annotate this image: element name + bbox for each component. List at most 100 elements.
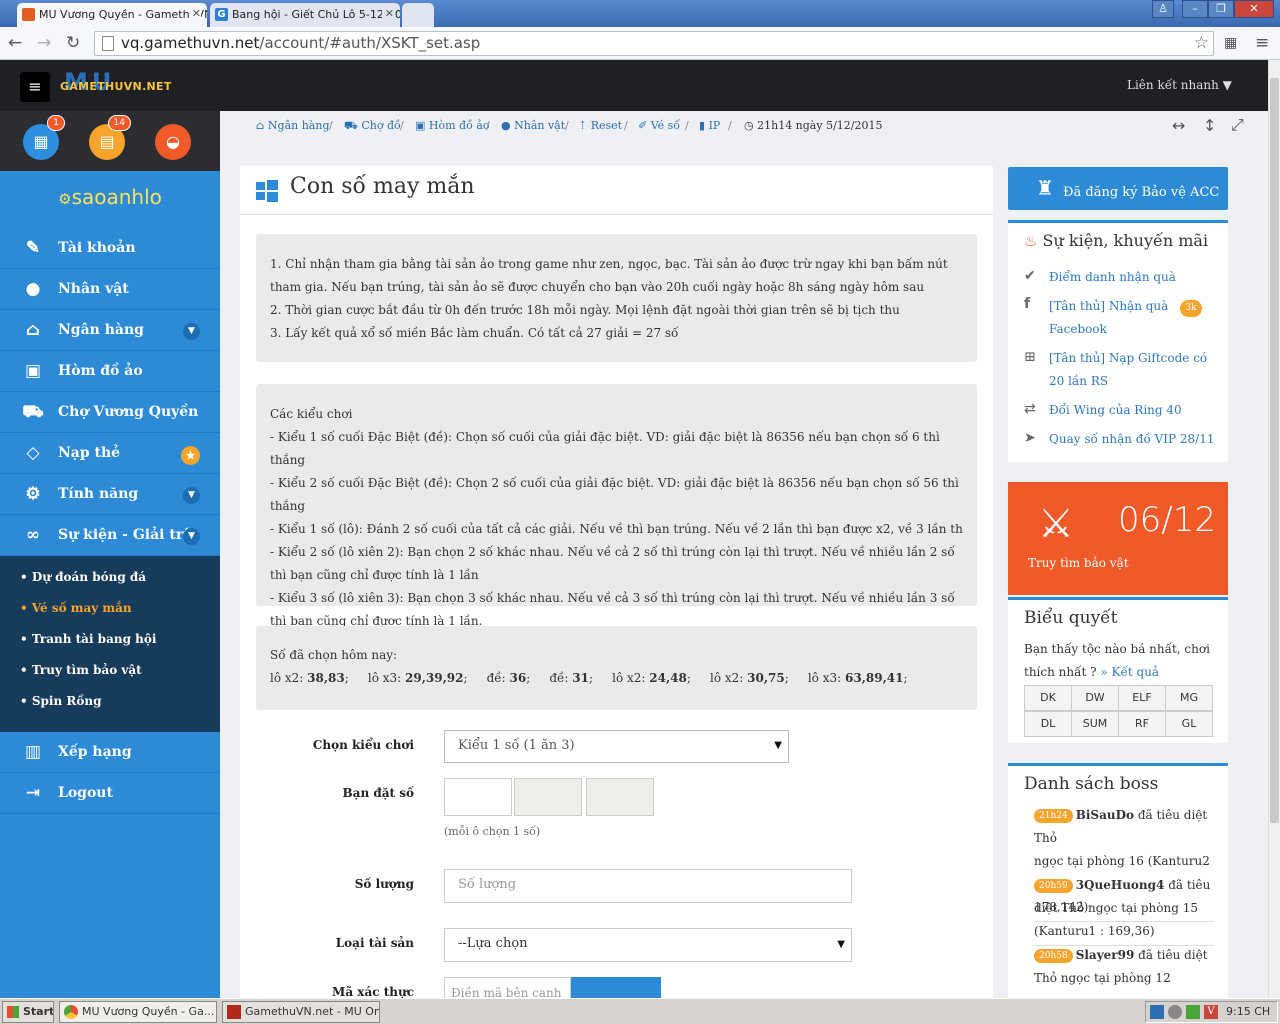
submenu-item-football[interactable]: • Dự đoán bóng đá bbox=[20, 570, 146, 584]
event-link-facebook[interactable]: [Tân thủ] Nhận quà Facebook bbox=[1049, 295, 1168, 341]
menu-icon[interactable]: ≡ bbox=[1255, 33, 1269, 53]
network-icon[interactable] bbox=[1150, 1005, 1164, 1019]
hamburger-menu-icon[interactable]: ≡ bbox=[20, 72, 50, 102]
sidebar-item-features[interactable]: ⚙ Tính năng ▼ bbox=[0, 474, 220, 515]
crumb-ip[interactable]: ▮ IP bbox=[699, 119, 720, 132]
start-label: Start bbox=[23, 1005, 54, 1018]
quick-links-dropdown[interactable]: Liên kết nhanh ▼ bbox=[1127, 78, 1232, 92]
sidebar-item-ranking[interactable]: ▥ Xếp hạng bbox=[0, 732, 220, 773]
register-protection-button[interactable]: ♜ Đã đăng ký Bảo vệ ACC bbox=[1008, 167, 1228, 210]
today-heading: Số đã chọn hôm nay: bbox=[270, 648, 398, 662]
messages-badge: 14 bbox=[107, 115, 131, 131]
scrollbar-thumb[interactable] bbox=[1270, 78, 1279, 823]
url-input[interactable]: vq.gamethuvn.net/account/#auth/XSKT_set.… bbox=[94, 31, 1214, 56]
number-input-3[interactable] bbox=[586, 778, 654, 816]
submenu-item-treasure-hunt[interactable]: • Truy tìm bảo vật bbox=[20, 663, 142, 677]
vote-option-dw[interactable]: DW bbox=[1071, 685, 1119, 711]
sidebar-item-events[interactable]: ∞ Sự kiện - Giải trí ▼ bbox=[0, 515, 220, 556]
expand-horizontal-icon[interactable]: ↔ bbox=[1172, 116, 1185, 135]
bookmark-star-icon[interactable]: ☆ bbox=[1194, 32, 1209, 55]
expand-vertical-icon[interactable]: ↕ bbox=[1203, 116, 1216, 135]
sidebar-item-virtual-chest[interactable]: ▣ Hòm đồ ảo bbox=[0, 351, 220, 392]
chat-button[interactable]: ◒ bbox=[155, 124, 191, 160]
crumb-market[interactable]: ⛟ Chợ đồ bbox=[344, 119, 401, 134]
tray-app-icon[interactable] bbox=[1186, 1005, 1200, 1019]
vote-option-mg[interactable]: MG bbox=[1165, 685, 1213, 711]
edit-icon: ✎ bbox=[25, 238, 41, 258]
submenu-item-dragon-spin[interactable]: • Spin Rồng bbox=[20, 694, 101, 708]
chevron-down-icon: ▼ bbox=[183, 323, 200, 340]
user-icon[interactable]: ♙ bbox=[1152, 0, 1174, 18]
taskbar-button-label: MU Vương Quyền - Ga... bbox=[82, 1005, 215, 1018]
speaker-icon[interactable] bbox=[1168, 1005, 1182, 1019]
minimize-button[interactable]: – bbox=[1182, 0, 1208, 18]
restore-button[interactable]: ❐ bbox=[1208, 0, 1234, 18]
vote-result-link[interactable]: » Kết quả bbox=[1100, 665, 1159, 679]
sidebar-item-label: Hòm đồ ảo bbox=[58, 363, 143, 379]
vote-option-elf[interactable]: ELF bbox=[1118, 685, 1166, 711]
sidebar-item-market[interactable]: ⛟ Chợ Vương Quyền bbox=[0, 392, 220, 433]
briefcase-icon: ▣ bbox=[415, 119, 426, 132]
event-link-giftcode[interactable]: [Tân thủ] Nạp Giftcode có 20 lần RS bbox=[1049, 347, 1207, 393]
browser-tab-active[interactable]: MU Vương Quyền - GamethuVN ✕ bbox=[17, 3, 207, 27]
play-type-select[interactable]: Kiểu 1 số (1 ăn 3) ▼ bbox=[444, 730, 789, 763]
crumb-chest[interactable]: ▣ Hòm đồ ảo bbox=[415, 119, 490, 132]
event-link-wing[interactable]: Đổi Wing của Ring 40 bbox=[1049, 399, 1182, 422]
number-input-1[interactable] bbox=[444, 778, 512, 816]
crumb-lottery[interactable]: ✐ Vé số bbox=[638, 119, 680, 132]
submenu-item-lottery[interactable]: • Vé số may mắn bbox=[20, 601, 132, 615]
pick-value: 38,83 bbox=[307, 671, 345, 685]
server-clock: ◷ 21h14 ngày 5/12/2015 bbox=[744, 119, 882, 132]
crumb-separator: / bbox=[624, 119, 628, 132]
vote-option-gl[interactable]: GL bbox=[1165, 711, 1213, 737]
calendar-button[interactable]: ▦ 1 bbox=[23, 115, 65, 160]
taskbar-button-game[interactable]: GamethuVN.net - MU Onl... bbox=[222, 1001, 380, 1023]
antivirus-icon[interactable]: V bbox=[1204, 1005, 1218, 1019]
sidebar-item-label: Logout bbox=[58, 785, 113, 801]
username[interactable]: ⚙saoanhlo bbox=[0, 185, 220, 209]
event-link-line: Facebook bbox=[1049, 322, 1107, 336]
fullscreen-icon[interactable]: ⤢ bbox=[1231, 115, 1244, 135]
site-logo[interactable]: MU GAMETHUVN.NET bbox=[60, 70, 178, 102]
crumb-character[interactable]: ● Nhân vật bbox=[501, 119, 565, 132]
close-tab-icon[interactable]: ✕ bbox=[188, 7, 201, 20]
messages-button[interactable]: ▤ 14 bbox=[89, 115, 131, 160]
chat-icon: ◒ bbox=[166, 132, 180, 151]
sidebar-item-bank[interactable]: ⌂ Ngân hàng ▼ bbox=[0, 310, 220, 351]
asset-type-select[interactable]: --Lựa chọn ▼ bbox=[444, 928, 852, 962]
submenu-item-guild-battle[interactable]: • Tranh tài bang hội bbox=[20, 632, 156, 646]
quantity-input[interactable]: Số lượng bbox=[444, 869, 852, 903]
close-window-button[interactable]: ✕ bbox=[1234, 0, 1274, 18]
sidebar-item-logout[interactable]: ⇥ Logout bbox=[0, 773, 220, 814]
start-button[interactable]: Start bbox=[2, 1001, 54, 1023]
back-icon[interactable]: ← bbox=[8, 33, 22, 53]
register-protection-label: Đã đăng ký Bảo vệ ACC bbox=[1063, 185, 1220, 200]
crumb-reset[interactable]: ⇡ Reset bbox=[578, 119, 622, 132]
play-type-value: Kiểu 1 số (1 ăn 3) bbox=[458, 738, 575, 753]
sidebar-item-topup[interactable]: ◇ Nạp thẻ ★ bbox=[0, 433, 220, 474]
crumb-bank[interactable]: ⌂ Ngân hàng bbox=[256, 119, 329, 132]
clock-text: 21h14 ngày 5/12/2015 bbox=[757, 119, 883, 132]
reload-icon[interactable]: ↻ bbox=[66, 33, 80, 53]
system-tray: V 9:15 CH bbox=[1145, 1001, 1278, 1023]
number-hint: (mỗi ô chọn 1 số) bbox=[444, 825, 541, 838]
event-link-checkin[interactable]: Điểm danh nhận quà bbox=[1049, 266, 1176, 289]
close-tab-icon[interactable]: ✕ bbox=[381, 7, 394, 20]
taskbar-button-browser[interactable]: MU Vương Quyền - Ga... bbox=[59, 1001, 217, 1023]
number-input-2[interactable] bbox=[514, 778, 582, 816]
treasure-hunt-card[interactable]: ⚔ 06/12 Truy tìm bảo vật bbox=[1008, 482, 1228, 595]
taskbar-button-label: GamethuVN.net - MU Onl... bbox=[245, 1005, 380, 1018]
vote-option-sum[interactable]: SUM bbox=[1071, 711, 1119, 737]
browser-tab[interactable]: G Bang hội - Giết Chủ Lô 5-12-2015 ✕ bbox=[210, 3, 400, 27]
vote-option-dk[interactable]: DK bbox=[1024, 685, 1072, 711]
sidebar-item-character[interactable]: ● Nhân vật bbox=[0, 269, 220, 310]
vote-option-rf[interactable]: RF bbox=[1118, 711, 1166, 737]
captcha-image[interactable] bbox=[571, 977, 661, 998]
vote-option-dl[interactable]: DL bbox=[1024, 711, 1072, 737]
qr-icon[interactable]: ▦ bbox=[1224, 35, 1237, 51]
sidebar-item-account[interactable]: ✎ Tài khoản bbox=[0, 228, 220, 269]
new-tab-button[interactable] bbox=[402, 3, 434, 27]
rule-text: 1. Chỉ nhận tham gia bằng tài sản ảo tro… bbox=[270, 257, 948, 294]
forward-icon[interactable]: → bbox=[37, 33, 51, 53]
event-link-vip-spin[interactable]: Quay số nhận đồ VIP 28/11 bbox=[1049, 428, 1215, 451]
